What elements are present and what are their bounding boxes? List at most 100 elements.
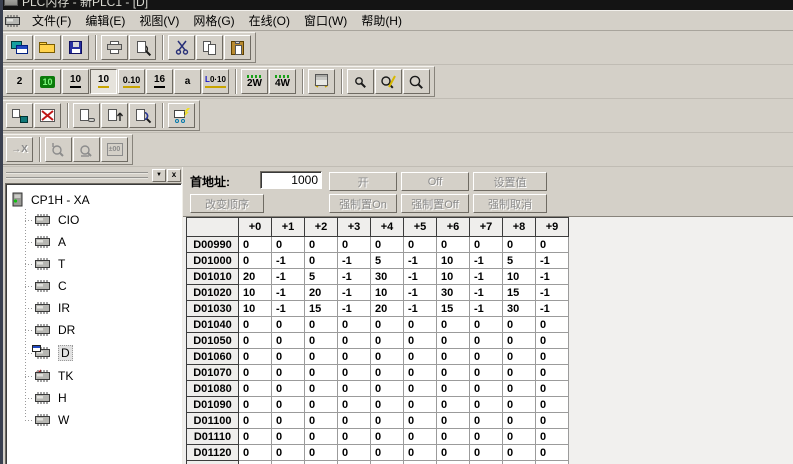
memory-cell[interactable]: -1 (470, 285, 503, 301)
memory-cell[interactable]: 0 (470, 429, 503, 445)
zoom-out-button[interactable] (347, 69, 374, 94)
memory-cell[interactable]: 10 (503, 269, 536, 285)
memory-cell[interactable]: 0 (239, 381, 272, 397)
memory-cell[interactable]: 0 (272, 237, 305, 253)
memory-cell[interactable]: -1 (470, 269, 503, 285)
memory-cell[interactable]: 0 (536, 381, 569, 397)
memory-cell[interactable]: 0 (404, 397, 437, 413)
memory-cell[interactable]: 10 (437, 269, 470, 285)
tree-item-d[interactable]: D (20, 341, 179, 365)
memory-cell[interactable]: 0 (503, 365, 536, 381)
memory-cell[interactable]: 0 (404, 381, 437, 397)
menu-edit[interactable]: 编辑(E) (78, 10, 132, 31)
tree-item-t[interactable]: T (20, 253, 179, 275)
zoom-edit-button[interactable] (375, 69, 402, 94)
memory-cell[interactable]: 0 (470, 397, 503, 413)
memory-cell[interactable]: 0 (272, 429, 305, 445)
memory-cell[interactable]: 0 (338, 429, 371, 445)
memory-cell[interactable]: -1 (272, 301, 305, 317)
memory-cell[interactable]: -1 (338, 269, 371, 285)
float-format-button[interactable]: 0.10 (118, 69, 145, 94)
memory-cell[interactable]: 0 (305, 429, 338, 445)
row-header-D01060[interactable]: D01060 (187, 349, 239, 365)
memory-cell[interactable]: -1 (272, 269, 305, 285)
memory-cell[interactable]: 5 (503, 253, 536, 269)
row-header-D01090[interactable]: D01090 (187, 397, 239, 413)
memory-cell[interactable]: 0 (404, 445, 437, 461)
signed-decimal-format-button[interactable]: 10 (90, 69, 117, 94)
memory-cell[interactable]: 0 (239, 397, 272, 413)
memory-cell[interactable]: 0 (371, 349, 404, 365)
memory-cell[interactable]: 0 (239, 333, 272, 349)
memory-cell[interactable]: 0 (305, 365, 338, 381)
tree-item-tk[interactable]: TK (20, 365, 179, 387)
memory-cell[interactable]: -1 (338, 253, 371, 269)
column-width-button[interactable] (308, 69, 335, 94)
memory-cell[interactable]: 0 (503, 429, 536, 445)
memory-cell[interactable]: 0 (437, 237, 470, 253)
row-header-D01050[interactable]: D01050 (187, 333, 239, 349)
tree-item-h[interactable]: H (20, 387, 179, 409)
memory-cell[interactable]: 0 (305, 413, 338, 429)
memory-cell[interactable]: 0 (404, 461, 437, 464)
memory-cell[interactable]: 0 (239, 317, 272, 333)
memory-cell[interactable]: 0 (272, 461, 305, 464)
plc-memory-window-button[interactable] (6, 35, 33, 60)
memory-cell[interactable]: 30 (503, 301, 536, 317)
memory-cell[interactable]: 0 (470, 333, 503, 349)
menu-window[interactable]: 窗口(W) (297, 10, 354, 31)
memory-cell[interactable]: 10 (239, 285, 272, 301)
memory-cell[interactable]: 10 (239, 301, 272, 317)
row-header-D01040[interactable]: D01040 (187, 317, 239, 333)
memory-cell[interactable]: 0 (371, 381, 404, 397)
memory-cell[interactable]: 0 (305, 445, 338, 461)
monitor-button[interactable] (168, 103, 195, 128)
memory-cell[interactable]: -1 (470, 253, 503, 269)
memory-cell[interactable]: 0 (272, 413, 305, 429)
memory-cell[interactable]: 0 (371, 413, 404, 429)
memory-cell[interactable]: -1 (404, 285, 437, 301)
memory-cell[interactable]: 0 (371, 333, 404, 349)
memory-cell[interactable]: -1 (404, 301, 437, 317)
panel-dropdown-button[interactable]: ▼ (152, 169, 166, 182)
row-header-D01010[interactable]: D01010 (187, 269, 239, 285)
memory-cell[interactable]: 0 (503, 381, 536, 397)
column-header-plus4[interactable]: +4 (371, 218, 404, 237)
menu-view[interactable]: 视图(V) (132, 10, 186, 31)
memory-cell[interactable]: 0 (470, 349, 503, 365)
column-header-plus0[interactable]: +0 (239, 218, 272, 237)
memory-cell[interactable]: 0 (536, 365, 569, 381)
memory-cell[interactable]: 0 (503, 317, 536, 333)
tree-item-cio[interactable]: CIO (20, 209, 179, 231)
memory-cell[interactable]: -1 (404, 253, 437, 269)
memory-cell[interactable]: 0 (371, 429, 404, 445)
memory-cell[interactable]: 10 (371, 285, 404, 301)
tree-item-ir[interactable]: IR (20, 297, 179, 319)
clear-memory-button[interactable] (34, 103, 61, 128)
column-header-plus1[interactable]: +1 (272, 218, 305, 237)
memory-cell[interactable]: 0 (536, 237, 569, 253)
row-header-D01130[interactable]: D01130 (187, 461, 239, 464)
row-header-D01030[interactable]: D01030 (187, 301, 239, 317)
memory-cell[interactable]: 0 (305, 381, 338, 397)
memory-cell[interactable]: -1 (536, 285, 569, 301)
memory-cell[interactable]: 15 (437, 301, 470, 317)
row-header-D01080[interactable]: D01080 (187, 381, 239, 397)
column-header-plus6[interactable]: +6 (437, 218, 470, 237)
memory-cell[interactable]: 0 (437, 333, 470, 349)
memory-cell[interactable]: 0 (305, 397, 338, 413)
memory-cell[interactable]: 0 (404, 333, 437, 349)
memory-cell[interactable]: 0 (404, 237, 437, 253)
memory-cell[interactable]: 15 (305, 301, 338, 317)
memory-cell[interactable]: 0 (371, 365, 404, 381)
memory-cell[interactable]: 0 (404, 429, 437, 445)
column-header-plus7[interactable]: +7 (470, 218, 503, 237)
tree-item-c[interactable]: C (20, 275, 179, 297)
column-header-plus2[interactable]: +2 (305, 218, 338, 237)
transfer-from-plc-button[interactable] (73, 103, 100, 128)
row-header-D01100[interactable]: D01100 (187, 413, 239, 429)
memory-cell[interactable]: 0 (503, 333, 536, 349)
compare-with-plc-button[interactable] (129, 103, 156, 128)
memory-cell[interactable]: -1 (536, 269, 569, 285)
memory-cell[interactable]: 0 (503, 445, 536, 461)
